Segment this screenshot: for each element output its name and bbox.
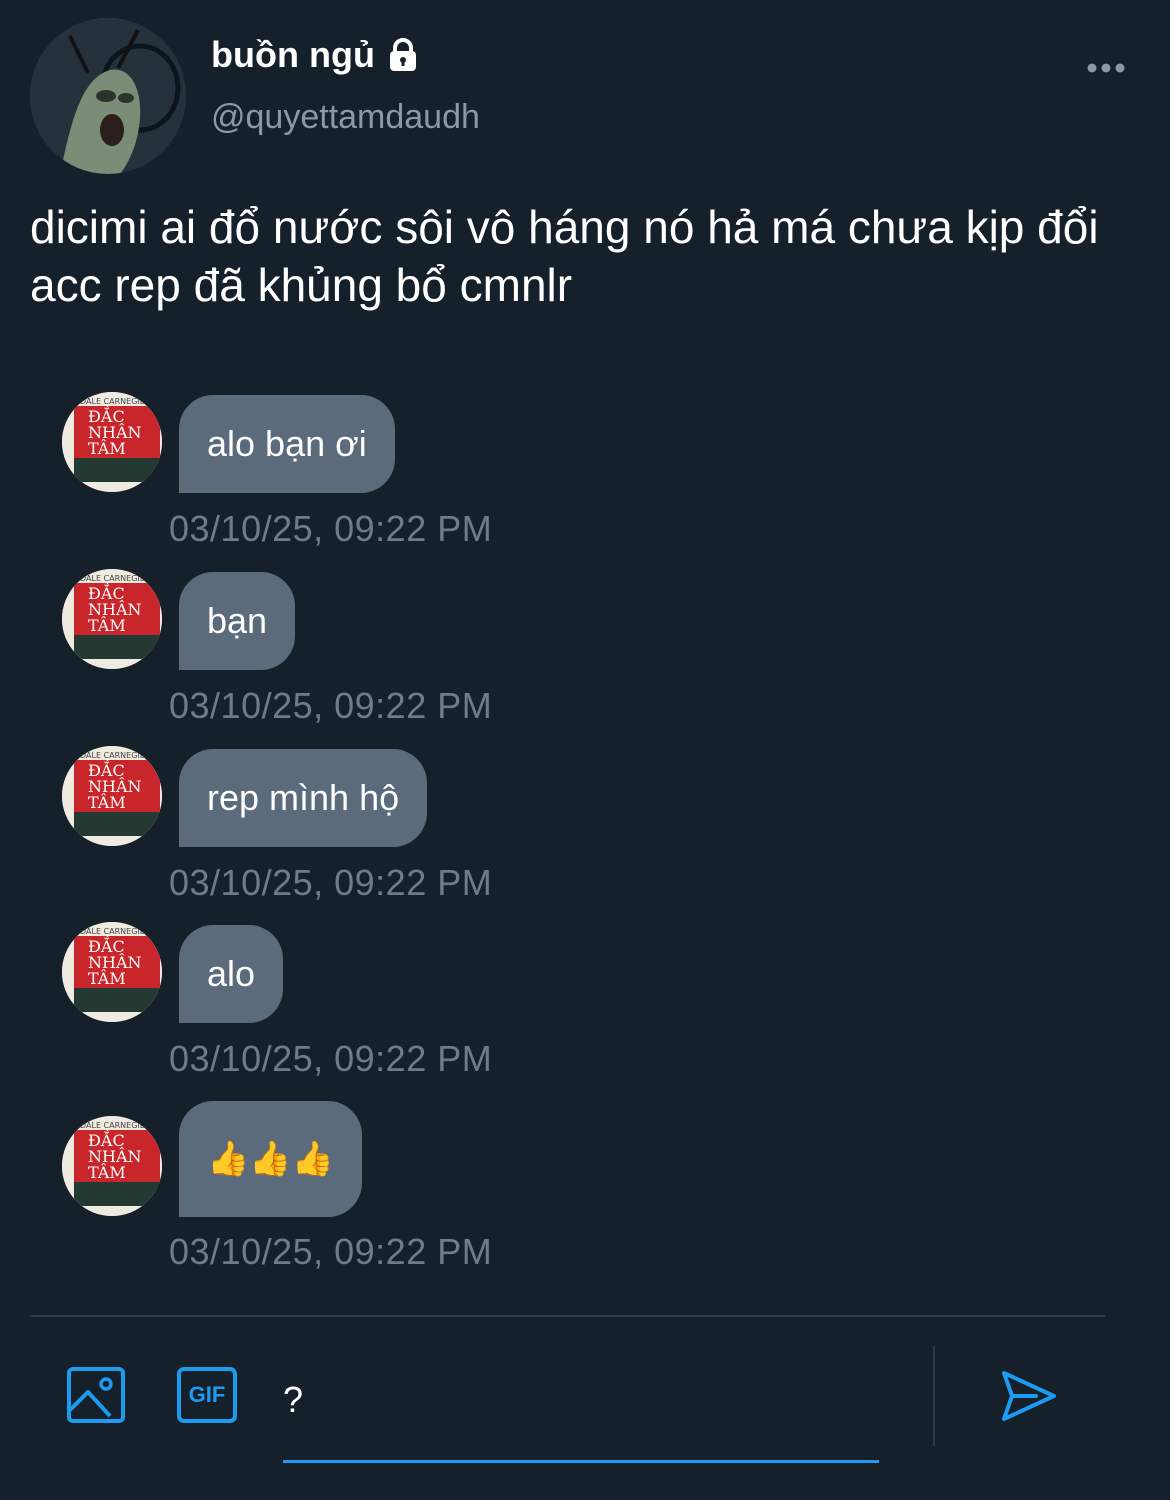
message-text: 👍👍👍 — [207, 1140, 335, 1178]
more-horizontal-icon[interactable] — [1086, 58, 1126, 78]
svg-text:DALE CARNEGIE: DALE CARNEGIE — [80, 574, 145, 583]
svg-text:DALE CARNEGIE: DALE CARNEGIE — [80, 927, 145, 936]
sender-avatar[interactable]: ĐẮC NHÂN TÂM DALE CARNEGIE — [62, 746, 162, 846]
svg-text:DALE CARNEGIE: DALE CARNEGIE — [80, 751, 145, 760]
svg-text:TÂM: TÂM — [88, 1162, 126, 1182]
svg-text:TÂM: TÂM — [88, 968, 126, 988]
message-bubble[interactable]: alo bạn ơi — [179, 395, 395, 493]
sender-avatar[interactable]: ĐẮC NHÂN TÂM DALE CARNEGIE — [62, 1116, 162, 1216]
message-timestamp: 03/10/25, 09:22 PM — [169, 1231, 493, 1272]
message-bubble[interactable]: bạn — [179, 572, 296, 670]
message-timestamp: 03/10/25, 09:22 PM — [169, 862, 493, 903]
sender-avatar[interactable]: ĐẮC NHÂN TÂM DALE CARNEGIE — [62, 392, 162, 492]
message-text: alo bạn ơi — [207, 423, 367, 464]
display-name: buồn ngủ — [211, 34, 421, 76]
dm-header: buồn ngủ @quyettamdaudh — [0, 0, 1170, 190]
send-icon[interactable] — [1000, 1367, 1058, 1425]
profile-avatar[interactable] — [30, 18, 186, 174]
gif-button[interactable]: GIF — [176, 1366, 238, 1424]
message-text: bạn — [207, 600, 268, 641]
sender-avatar[interactable]: ĐẮC NHÂN TÂM DALE CARNEGIE — [62, 922, 162, 1022]
message-timestamp: 03/10/25, 09:22 PM — [169, 1038, 493, 1079]
message-text: alo — [207, 953, 256, 994]
message-bubble[interactable]: alo — [179, 925, 284, 1023]
message-input[interactable] — [283, 1378, 878, 1422]
svg-text:TÂM: TÂM — [88, 615, 126, 635]
message-timestamp: 03/10/25, 09:22 PM — [169, 508, 493, 549]
user-handle: @quyettamdaudh — [211, 98, 480, 136]
image-icon[interactable] — [66, 1366, 126, 1424]
compose-separator — [933, 1346, 935, 1446]
message-text: rep mình hộ — [207, 777, 400, 818]
display-name-text: buồn ngủ — [211, 34, 375, 75]
svg-text:DALE CARNEGIE: DALE CARNEGIE — [80, 1121, 145, 1130]
input-underline — [283, 1460, 879, 1463]
message-bubble[interactable]: 👍👍👍 — [179, 1101, 363, 1217]
svg-text:DALE CARNEGIE: DALE CARNEGIE — [80, 397, 145, 406]
message-timestamp: 03/10/25, 09:22 PM — [169, 685, 493, 726]
sender-avatar[interactable]: ĐẮC NHÂN TÂM DALE CARNEGIE — [62, 569, 162, 669]
lock-icon — [389, 38, 416, 71]
message-bubble[interactable]: rep mình hộ — [179, 749, 428, 847]
compose-divider — [30, 1315, 1105, 1317]
bio-text: dicimi ai đổ nước sôi vô háng nó hả má c… — [30, 201, 1099, 311]
gif-label: GIF — [188, 1382, 226, 1407]
svg-text:TÂM: TÂM — [88, 438, 126, 458]
svg-text:TÂM: TÂM — [88, 792, 126, 812]
